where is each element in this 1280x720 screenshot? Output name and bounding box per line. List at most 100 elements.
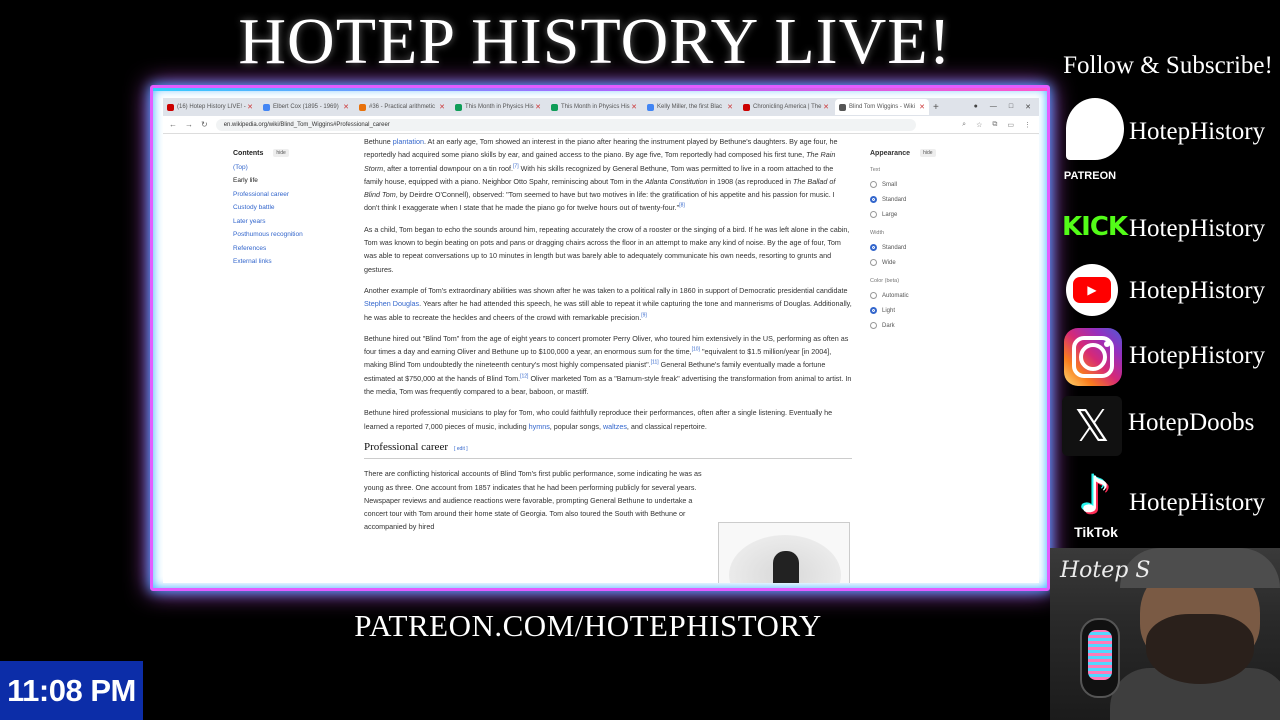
edit-section-link[interactable]: [ edit ] xyxy=(454,446,468,452)
patreon-handle: HotepHistory xyxy=(1129,118,1266,145)
appearance-hide-button[interactable]: hide xyxy=(920,149,936,157)
minimize-icon[interactable]: — xyxy=(990,103,997,111)
webcam-feed: Hotep S xyxy=(1050,548,1280,720)
appearance-title: Appearance xyxy=(870,149,911,157)
tab-favicon-icon xyxy=(455,103,462,111)
browser-capture-frame: (16) Hotep History LIVE! - ✕ Elbert Cox (… xyxy=(150,85,1050,591)
tab-favicon-icon xyxy=(359,103,366,111)
radio-text-small[interactable]: Small xyxy=(870,181,980,188)
radio-icon xyxy=(870,211,877,218)
sidebar-icon[interactable]: ▭ xyxy=(1007,121,1014,129)
bookmark-star-icon[interactable]: ☆ xyxy=(976,121,982,129)
browser-tab[interactable]: Chronicling America | The ✕ xyxy=(739,99,833,115)
toc-item[interactable]: References xyxy=(233,245,343,252)
instagram-handle-row: HotepHistory xyxy=(1129,342,1265,370)
kick-logo-icon: KICK xyxy=(1062,212,1128,242)
menu-icon[interactable]: ⋮ xyxy=(1024,121,1031,129)
toc-item[interactable]: Professional career xyxy=(233,191,343,198)
tab-label: This Month in Physics His xyxy=(465,104,534,110)
radio-text-large[interactable]: Large xyxy=(870,211,980,218)
close-tab-icon[interactable]: ✕ xyxy=(343,103,349,111)
forward-icon[interactable]: → xyxy=(185,120,193,129)
maximize-icon[interactable]: □ xyxy=(1009,103,1013,111)
tab-favicon-icon xyxy=(839,103,846,111)
article-body: Bethune plantation. At an early age, Tom… xyxy=(364,135,852,542)
paragraph-professional-career: There are conflicting historical account… xyxy=(364,469,702,532)
blind-tom-portrait[interactable] xyxy=(718,522,850,583)
close-tab-icon[interactable]: ✕ xyxy=(535,103,541,111)
profile-icon[interactable]: ● xyxy=(974,103,978,111)
toc-item[interactable]: Custody battle xyxy=(233,204,343,211)
toc-item[interactable]: Posthumous recognition xyxy=(233,231,343,238)
x-logo-icon: 𝕏 xyxy=(1062,396,1122,456)
back-icon[interactable]: ← xyxy=(169,120,177,129)
close-tab-icon[interactable]: ✕ xyxy=(247,103,253,111)
radio-checked-icon xyxy=(870,244,877,251)
browser-tab[interactable]: #36 - Practical arithmetic ✕ xyxy=(355,99,449,115)
tiktok-logo-icon: ♪ xyxy=(1079,466,1111,524)
new-tab-icon[interactable]: + xyxy=(933,102,939,113)
toc-item-current[interactable]: Early life xyxy=(233,177,343,184)
citation[interactable]: [8] xyxy=(679,203,685,209)
citation[interactable]: [10] xyxy=(692,347,700,353)
citation[interactable]: [9] xyxy=(641,312,647,318)
tab-label: (16) Hotep History LIVE! - xyxy=(177,104,246,110)
wikipedia-page: Contents hide (Top) Early life Profession… xyxy=(163,135,1039,583)
microphone-light xyxy=(1088,630,1112,680)
extensions-icon[interactable]: ⧉ xyxy=(992,121,997,129)
toc-hide-button[interactable]: hide xyxy=(273,149,289,157)
zoom-icon[interactable]: ⌕ xyxy=(962,121,966,129)
tab-favicon-icon xyxy=(647,103,654,111)
tab-label: Elbert Cox (1895 - 1969) xyxy=(273,104,339,110)
toc-item[interactable]: Later years xyxy=(233,218,343,225)
link-stephen-douglas[interactable]: Stephen Douglas xyxy=(364,299,419,308)
radio-color-light[interactable]: Light xyxy=(870,307,980,314)
radio-text-standard[interactable]: Standard xyxy=(870,196,980,203)
radio-width-standard[interactable]: Standard xyxy=(870,244,980,251)
window-controls: ● — □ ✕ xyxy=(974,103,1039,111)
follow-subscribe-heading: Follow & Subscribe! xyxy=(1063,52,1273,79)
tab-label: Chronicling America | The xyxy=(753,104,822,110)
radio-width-wide[interactable]: Wide xyxy=(870,259,980,266)
patreon-label: PATREON xyxy=(1063,170,1117,182)
toc-item[interactable]: (Top) xyxy=(233,164,343,171)
radio-color-automatic[interactable]: Automatic xyxy=(870,292,980,299)
link-hymns[interactable]: hymns xyxy=(529,422,550,431)
tab-favicon-icon xyxy=(743,103,750,111)
close-tab-icon[interactable]: ✕ xyxy=(631,103,637,111)
toc-item[interactable]: External links xyxy=(233,258,343,265)
browser-tab[interactable]: Kelly Miller, the first Blac ✕ xyxy=(643,99,737,115)
close-tab-icon[interactable]: ✕ xyxy=(919,103,925,111)
browser-tab-bar: (16) Hotep History LIVE! - ✕ Elbert Cox (… xyxy=(163,98,1039,116)
paragraph-early-life-2: As a child, Tom began to echo the sounds… xyxy=(364,224,850,274)
browser-tab[interactable]: Elbert Cox (1895 - 1969) ✕ xyxy=(259,99,353,115)
browser-tab-active[interactable]: Blind Tom Wiggins - Wiki ✕ xyxy=(835,99,929,115)
reload-icon[interactable]: ↻ xyxy=(201,120,208,129)
link-waltzes[interactable]: waltzes xyxy=(603,422,627,431)
radio-icon xyxy=(870,181,877,188)
close-tab-icon[interactable]: ✕ xyxy=(823,103,829,111)
close-tab-icon[interactable]: ✕ xyxy=(727,103,733,111)
tab-label: Kelly Miller, the first Blac xyxy=(657,104,723,110)
tiktok-handle: HotepHistory xyxy=(1129,489,1266,516)
tab-label: This Month in Physics His xyxy=(561,104,630,110)
browser-tab[interactable]: (16) Hotep History LIVE! - ✕ xyxy=(163,99,257,115)
radio-checked-icon xyxy=(870,196,877,203)
browser-tab[interactable]: This Month in Physics His ✕ xyxy=(547,99,641,115)
browser-tab[interactable]: This Month in Physics His ✕ xyxy=(451,99,545,115)
toolbar-icons: ⌕ ☆ ⧉ ▭ ⋮ xyxy=(962,121,1039,129)
url-input[interactable]: en.wikipedia.org/wiki/Blind_Tom_Wiggins#… xyxy=(215,118,916,131)
youtube-handle: HotepHistory xyxy=(1129,277,1266,304)
link-plantation[interactable]: plantation xyxy=(393,137,424,146)
x-handle: HotepDoobs xyxy=(1128,409,1255,436)
x-handle-row: HotepDoobs xyxy=(1128,409,1254,437)
appearance-panel: Appearance hide Text Small Standard Large… xyxy=(870,149,980,329)
radio-checked-icon xyxy=(870,307,877,314)
citation[interactable]: [11] xyxy=(651,360,659,366)
portrait-figure xyxy=(773,551,799,583)
radio-color-dark[interactable]: Dark xyxy=(870,322,980,329)
kick-handle-row: HotepHistory xyxy=(1129,215,1265,243)
youtube-logo-icon: ▶ xyxy=(1066,264,1118,316)
close-window-icon[interactable]: ✕ xyxy=(1025,103,1031,111)
close-tab-icon[interactable]: ✕ xyxy=(439,103,445,111)
